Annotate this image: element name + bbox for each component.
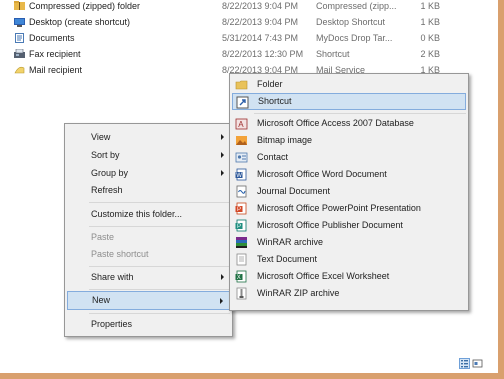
menu-item-group-by[interactable]: Group by xyxy=(67,164,230,182)
powerpoint-icon: P xyxy=(235,202,248,215)
menu-separator xyxy=(89,202,230,203)
file-name: Fax recipient xyxy=(29,49,81,59)
file-name: Mail recipient xyxy=(29,65,83,75)
shortcut-icon xyxy=(236,96,249,109)
new-item-text[interactable]: Text Document xyxy=(232,251,466,268)
winrar-zip-icon xyxy=(235,287,248,300)
menu-item-customize-folder[interactable]: Customize this folder... xyxy=(67,205,230,223)
svg-text:A: A xyxy=(238,120,244,129)
file-name: Desktop (create shortcut) xyxy=(29,17,131,27)
svg-text:X: X xyxy=(237,275,241,281)
file-row[interactable]: Desktop (create shortcut) 8/22/2013 9:04… xyxy=(0,16,440,29)
file-row[interactable]: Documents 5/31/2014 7:43 PM MyDocs Drop … xyxy=(0,32,440,45)
submenu-arrow-icon xyxy=(220,298,223,304)
new-item-powerpoint[interactable]: P Microsoft Office PowerPoint Presentati… xyxy=(232,200,466,217)
new-item-excel[interactable]: X Microsoft Office Excel Worksheet xyxy=(232,268,466,285)
file-name: Documents xyxy=(29,33,75,43)
large-icons-view-icon[interactable] xyxy=(472,358,483,369)
new-item-bitmap[interactable]: Bitmap image xyxy=(232,132,466,149)
new-item-shortcut[interactable]: Shortcut xyxy=(232,93,466,110)
file-type: Desktop Shortcut xyxy=(316,17,386,27)
submenu-arrow-icon xyxy=(221,274,224,280)
menu-item-new[interactable]: New xyxy=(67,291,230,310)
menu-item-refresh[interactable]: Refresh xyxy=(67,181,230,199)
window-frame-right xyxy=(498,0,504,379)
file-type: MyDocs Drop Tar... xyxy=(316,33,393,43)
details-view-icon[interactable] xyxy=(459,358,470,369)
text-icon xyxy=(235,253,248,266)
access-icon: A xyxy=(235,117,248,130)
publisher-icon: P xyxy=(235,219,248,232)
folder-icon xyxy=(235,78,248,91)
menu-item-paste-shortcut: Paste shortcut xyxy=(91,249,149,259)
file-size: 1 KB xyxy=(420,1,440,11)
menu-item-properties[interactable]: Properties xyxy=(67,315,230,333)
file-size: 2 KB xyxy=(420,49,440,59)
file-date: 8/22/2013 9:04 PM xyxy=(222,1,299,11)
menu-item-paste: Paste xyxy=(91,232,115,242)
new-item-winrar-zip[interactable]: WinRAR ZIP archive xyxy=(232,285,466,302)
svg-text:P: P xyxy=(237,224,241,230)
file-type: Shortcut xyxy=(316,49,350,59)
winrar-icon xyxy=(235,236,248,249)
menu-separator xyxy=(89,289,230,290)
menu-item-view[interactable]: View xyxy=(67,128,230,146)
word-icon: W xyxy=(235,168,248,181)
fax-icon xyxy=(14,48,25,59)
file-size: 1 KB xyxy=(420,17,440,27)
menu-item-sort-by[interactable]: Sort by xyxy=(67,146,230,164)
submenu-arrow-icon xyxy=(221,170,224,176)
file-row[interactable]: Compressed (zipped) folder 8/22/2013 9:0… xyxy=(0,0,440,13)
journal-icon xyxy=(235,185,248,198)
window-frame-bottom xyxy=(0,373,504,379)
new-submenu: Folder Shortcut A Microsoft Office Acces… xyxy=(229,73,469,311)
file-row[interactable]: Fax recipient 8/22/2013 12:30 PM Shortcu… xyxy=(0,48,440,61)
menu-separator xyxy=(89,313,230,314)
context-menu: View Sort by Group by Refresh Customize … xyxy=(64,123,233,337)
excel-icon: X xyxy=(235,270,248,283)
new-item-access[interactable]: A Microsoft Office Access 2007 Database xyxy=(232,115,466,132)
submenu-arrow-icon xyxy=(221,152,224,158)
file-name: Compressed (zipped) folder xyxy=(29,1,141,11)
mail-icon xyxy=(14,65,25,75)
svg-text:W: W xyxy=(236,173,242,179)
menu-separator xyxy=(254,113,466,114)
submenu-arrow-icon xyxy=(221,134,224,140)
file-date: 5/31/2014 7:43 PM xyxy=(222,33,299,43)
zip-folder-icon xyxy=(14,1,25,11)
new-item-winrar[interactable]: WinRAR archive xyxy=(232,234,466,251)
new-item-publisher[interactable]: P Microsoft Office Publisher Document xyxy=(232,217,466,234)
file-date: 8/22/2013 12:30 PM xyxy=(222,49,304,59)
menu-item-share-with[interactable]: Share with xyxy=(67,268,230,286)
new-item-folder[interactable]: Folder xyxy=(232,76,466,93)
new-item-journal[interactable]: Journal Document xyxy=(232,183,466,200)
file-date: 8/22/2013 9:04 PM xyxy=(222,17,299,27)
desktop-icon xyxy=(14,17,25,27)
bitmap-icon xyxy=(235,134,248,147)
file-size: 0 KB xyxy=(420,33,440,43)
document-icon xyxy=(14,33,25,43)
svg-text:P: P xyxy=(237,207,241,213)
new-item-contact[interactable]: Contact xyxy=(232,149,466,166)
new-item-word[interactable]: W Microsoft Office Word Document xyxy=(232,166,466,183)
contact-icon xyxy=(235,151,248,164)
file-type: Compressed (zipp... xyxy=(316,1,397,11)
menu-separator xyxy=(89,226,230,227)
menu-separator xyxy=(89,266,230,267)
